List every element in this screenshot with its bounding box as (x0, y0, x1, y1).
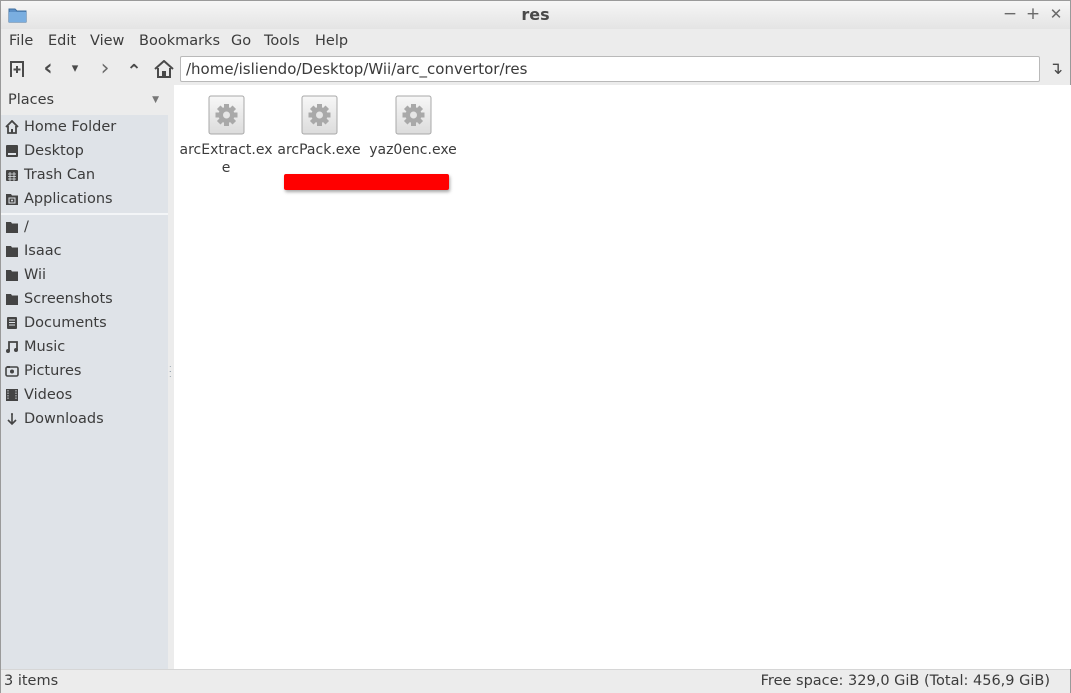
menu-go[interactable]: Go (231, 33, 251, 49)
sidebar-item-label: Music (24, 339, 66, 355)
executable-gear-icon (208, 95, 244, 135)
new-tab-icon (10, 61, 24, 77)
file-name: arcPack.exe (277, 142, 361, 158)
sidebar-item-label: Home Folder (24, 119, 117, 135)
new-tab-button[interactable] (5, 57, 29, 81)
file-item-arcextract[interactable]: arcExtract.exe (178, 95, 274, 177)
sidebar-item-applications[interactable]: Applications (1, 187, 168, 211)
sidebar-item-label: Downloads (24, 411, 104, 427)
places-header[interactable]: Places ▼ (1, 85, 168, 115)
back-button[interactable]: ‹ (36, 57, 60, 81)
menu-bookmarks[interactable]: Bookmarks (139, 33, 220, 49)
file-item-arcpack[interactable]: arcPack.exe (271, 95, 367, 159)
sidebar-item-label: Desktop (24, 143, 84, 159)
trash-icon (6, 170, 18, 181)
places-label: Places (8, 92, 55, 108)
toolbar: ‹ ▾ › ⌃ /home/isliendo/Desktop/Wii/arc_c… (1, 54, 1070, 84)
home-button[interactable] (152, 57, 176, 81)
file-view[interactable]: arcExtract.exe arcPack.exe yaz0enc.exe (174, 85, 1071, 669)
folder-icon (6, 246, 18, 257)
sidebar-item-label: / (24, 219, 29, 235)
window-title: res (521, 5, 550, 24)
sidebar-resize-handle[interactable]: ⁚ ⁚ (169, 366, 173, 379)
sidebar-item-label: Screenshots (24, 291, 113, 307)
go-button[interactable]: ↴ (1044, 57, 1068, 81)
sidebar-item-downloads[interactable]: Downloads (1, 407, 168, 431)
folder-icon (6, 270, 18, 281)
pictures-icon (5, 366, 19, 377)
documents-icon (7, 317, 17, 329)
home-icon (5, 120, 19, 134)
status-bar: 3 items Free space: 329,0 GiB (Total: 45… (1, 669, 1070, 693)
folder-icon (6, 294, 18, 305)
menu-help[interactable]: Help (315, 33, 348, 49)
sidebar-item-desktop[interactable]: Desktop (1, 139, 168, 163)
sidebar-item-pictures[interactable]: Pictures (1, 359, 168, 383)
chevron-down-icon[interactable]: ▼ (152, 95, 159, 105)
item-count: 3 items (4, 673, 59, 689)
maximize-button[interactable]: + (1023, 4, 1043, 24)
sidebar-item-documents[interactable]: Documents (1, 311, 168, 335)
free-space: Free space: 329,0 GiB (Total: 456,9 GiB) (760, 673, 1050, 689)
file-manager-window: res − + ✕ File Edit View Bookmarks Go To… (0, 0, 1071, 693)
red-highlight-annotation (284, 174, 449, 190)
history-dropdown-button[interactable]: ▾ (63, 57, 87, 81)
minimize-button[interactable]: − (1000, 4, 1020, 24)
menu-edit[interactable]: Edit (48, 33, 76, 49)
file-name: arcExtract.exe (179, 142, 273, 176)
sidebar-item-videos[interactable]: Videos (1, 383, 168, 407)
home-icon (154, 59, 174, 78)
up-button[interactable]: ⌃ (122, 57, 146, 82)
sidebar-item-root[interactable]: / (1, 215, 168, 239)
title-bar[interactable]: res − + ✕ (1, 1, 1070, 29)
downloads-icon (7, 413, 17, 426)
places-sidebar: Places ▼ Home Folder Desktop Trash Can A… (1, 85, 168, 669)
sidebar-item-label: Isaac (24, 243, 62, 259)
videos-icon (6, 389, 18, 401)
sidebar-item-label: Pictures (24, 363, 82, 379)
menu-bar: File Edit View Bookmarks Go Tools Help (1, 30, 1070, 54)
sidebar-item-wii[interactable]: Wii (1, 263, 168, 287)
sidebar-item-label: Applications (24, 191, 113, 207)
sidebar-item-label: Documents (24, 315, 107, 331)
music-icon (6, 341, 18, 353)
menu-view[interactable]: View (90, 33, 124, 49)
location-path-input[interactable]: /home/isliendo/Desktop/Wii/arc_convertor… (180, 56, 1040, 82)
sidebar-item-label: Wii (24, 267, 47, 283)
sidebar-item-trash-can[interactable]: Trash Can (1, 163, 168, 187)
sidebar-item-home-folder[interactable]: Home Folder (1, 115, 168, 139)
sidebar-item-music[interactable]: Music (1, 335, 168, 359)
desktop-icon (6, 145, 18, 157)
sidebar-item-label: Trash Can (24, 167, 96, 183)
sidebar-item-screenshots[interactable]: Screenshots (1, 287, 168, 311)
menu-file[interactable]: File (9, 33, 33, 49)
executable-gear-icon (301, 95, 337, 135)
menu-tools[interactable]: Tools (264, 33, 300, 49)
forward-button[interactable]: › (93, 57, 117, 81)
close-button[interactable]: ✕ (1046, 4, 1066, 24)
file-item-yaz0enc[interactable]: yaz0enc.exe (365, 95, 461, 159)
file-name: yaz0enc.exe (369, 142, 457, 158)
applications-icon (6, 194, 18, 205)
sidebar-item-label: Videos (24, 387, 73, 403)
executable-gear-icon (395, 95, 431, 135)
sidebar-item-isaac[interactable]: Isaac (1, 239, 168, 263)
folder-icon (6, 222, 18, 233)
